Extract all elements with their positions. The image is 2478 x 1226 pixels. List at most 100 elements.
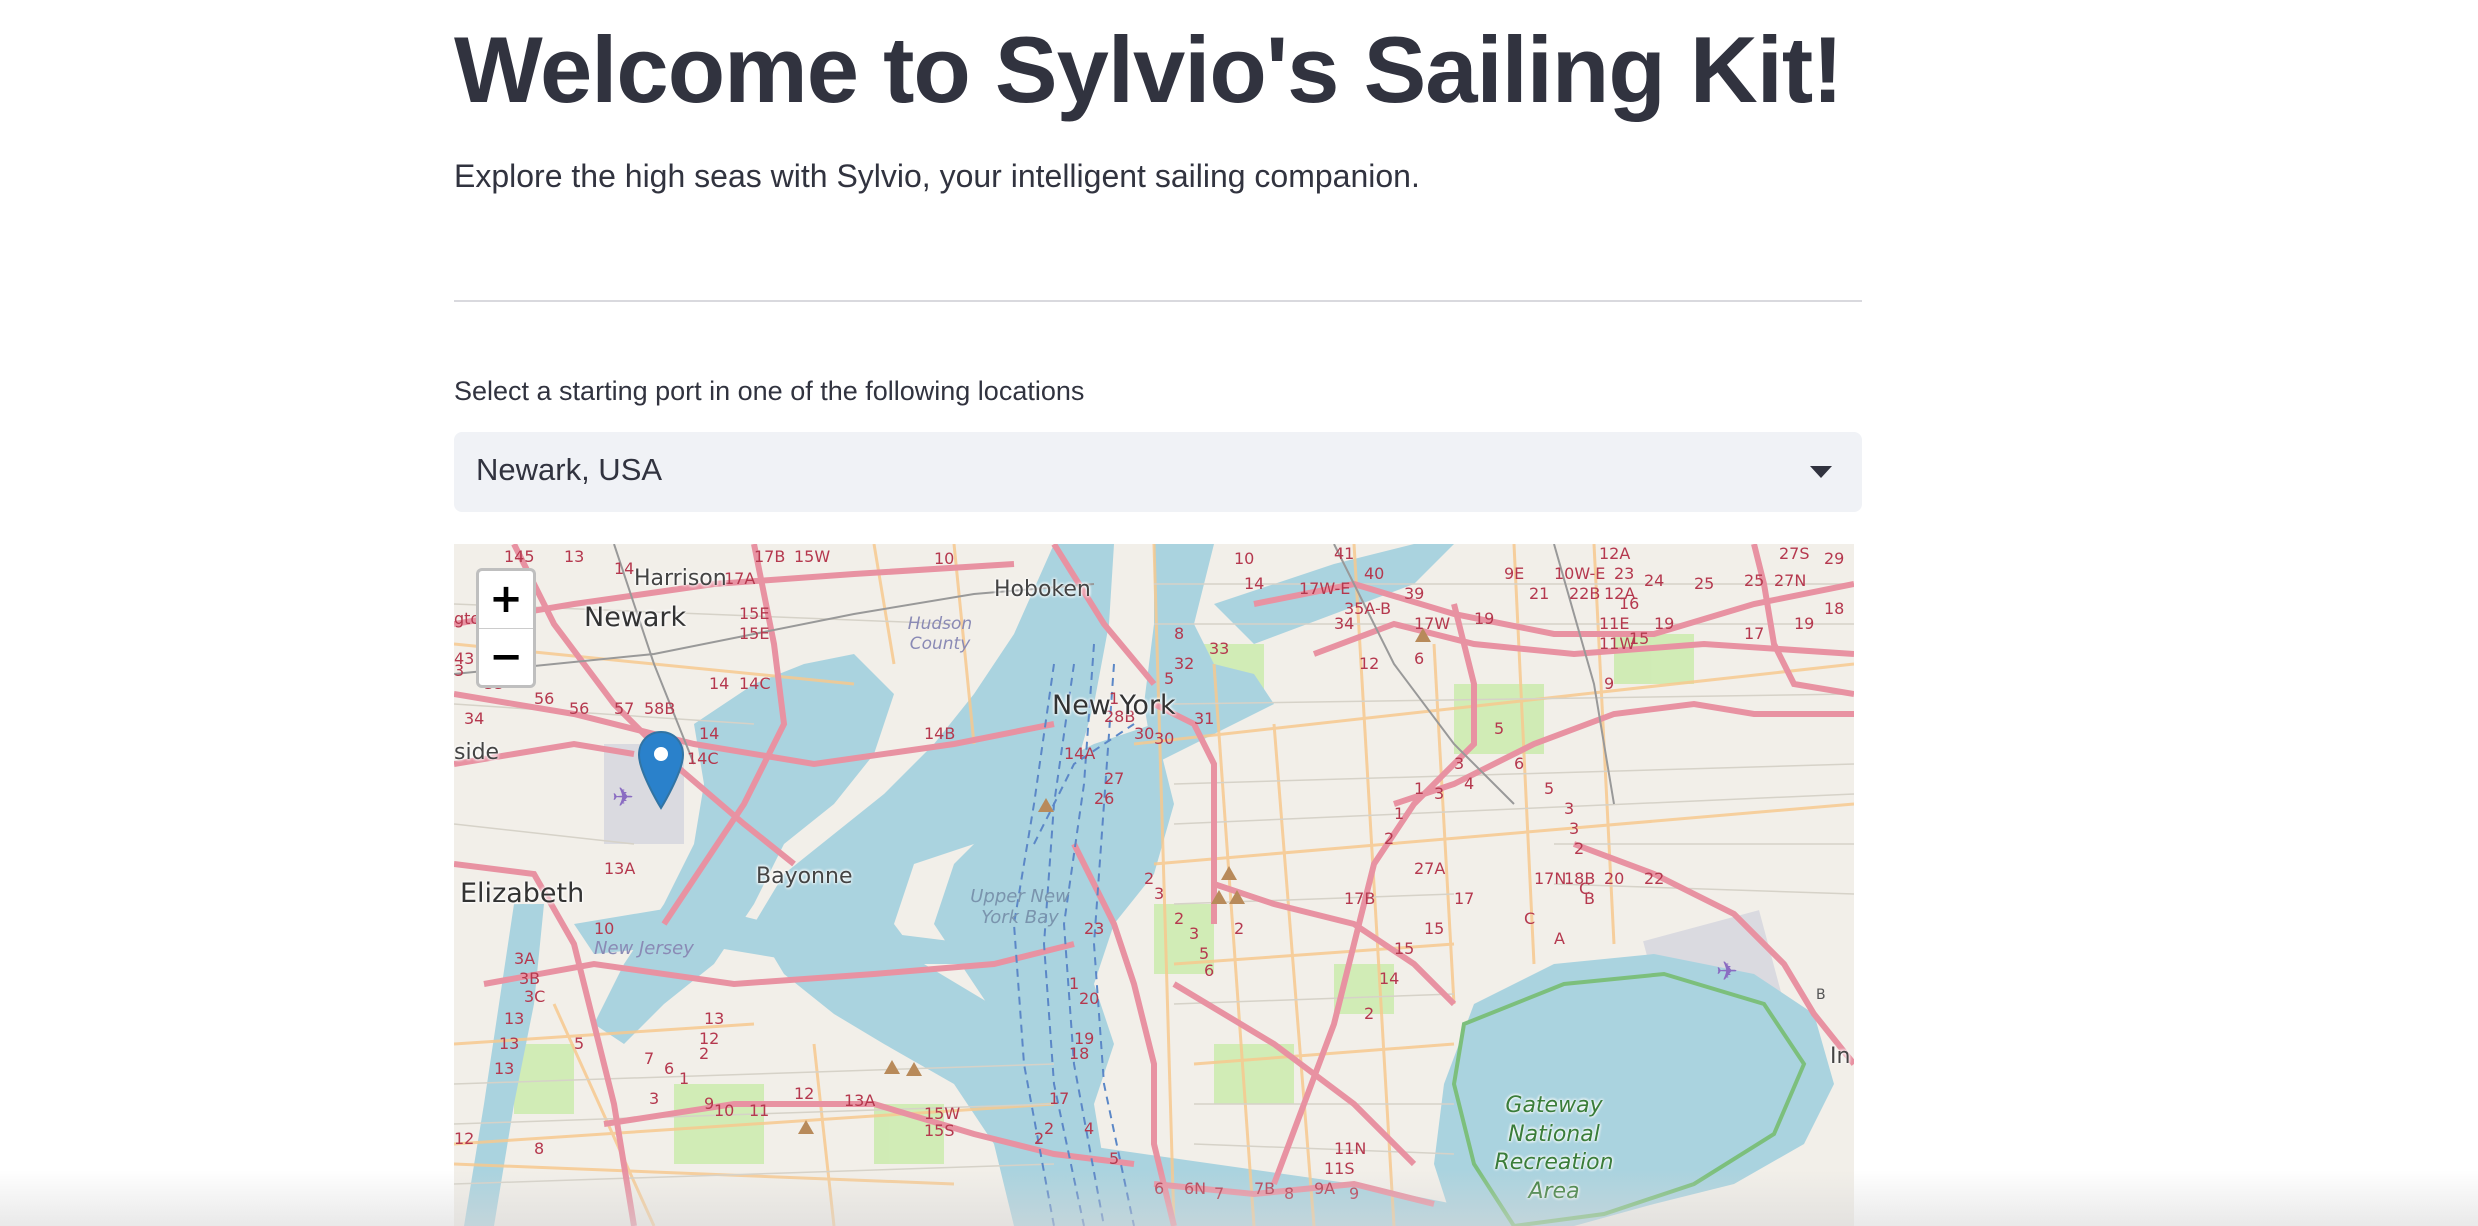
svg-text:A: A <box>1554 929 1565 948</box>
svg-text:2: 2 <box>1234 919 1244 938</box>
svg-text:41: 41 <box>1334 544 1354 563</box>
svg-text:✈: ✈ <box>612 783 634 813</box>
svg-text:2: 2 <box>1044 1119 1054 1138</box>
svg-text:32: 32 <box>1174 654 1194 673</box>
svg-text:15E: 15E <box>739 604 769 623</box>
place-label-harrison: Harrison <box>634 566 727 591</box>
svg-text:3B: 3B <box>519 969 540 988</box>
svg-text:8: 8 <box>1284 1184 1294 1203</box>
svg-text:19: 19 <box>1794 614 1814 633</box>
svg-text:12: 12 <box>794 1084 814 1103</box>
svg-text:3: 3 <box>1569 819 1579 838</box>
svg-text:14C: 14C <box>739 674 771 693</box>
svg-text:2: 2 <box>1364 1004 1374 1023</box>
svg-text:27: 27 <box>1104 769 1124 788</box>
port-select-dropdown[interactable]: Newark, USA <box>454 432 1862 512</box>
svg-text:25: 25 <box>1744 571 1764 590</box>
svg-text:5: 5 <box>1164 669 1174 688</box>
svg-text:17B: 17B <box>754 547 785 566</box>
svg-text:3: 3 <box>1154 884 1164 903</box>
svg-text:12: 12 <box>1359 654 1379 673</box>
svg-text:8: 8 <box>534 1139 544 1158</box>
svg-text:15: 15 <box>1629 629 1649 648</box>
svg-text:16: 16 <box>1619 594 1639 613</box>
app-page: Welcome to Sylvio's Sailing Kit! Explore… <box>0 0 2478 1226</box>
svg-text:6: 6 <box>1204 961 1214 980</box>
svg-text:22: 22 <box>1644 869 1664 888</box>
svg-text:14C: 14C <box>687 749 719 768</box>
svg-text:2: 2 <box>1574 839 1584 858</box>
map-view[interactable]: ✈ ✈ 145 13 17B 15W 14 17A 15E 15E 14 14C… <box>454 544 1854 1226</box>
svg-text:B: B <box>1816 987 1826 1003</box>
svg-text:33: 33 <box>1209 639 1229 658</box>
svg-text:10: 10 <box>594 919 614 938</box>
svg-text:11S: 11S <box>1324 1159 1355 1178</box>
svg-text:2: 2 <box>1174 909 1184 928</box>
svg-text:12: 12 <box>699 1029 719 1048</box>
svg-text:6N: 6N <box>1184 1179 1206 1198</box>
place-label-bayonne: Bayonne <box>756 864 853 889</box>
svg-text:2: 2 <box>1144 869 1154 888</box>
svg-text:4: 4 <box>1084 1119 1094 1138</box>
svg-text:19: 19 <box>1074 1029 1094 1048</box>
svg-text:✈: ✈ <box>1716 957 1738 987</box>
svg-text:13: 13 <box>564 547 584 566</box>
svg-text:5: 5 <box>574 1034 584 1053</box>
gateway-label-line-4: Area <box>1528 1178 1580 1204</box>
place-label-hoboken: Hoboken <box>994 577 1091 602</box>
svg-text:9: 9 <box>704 1094 714 1113</box>
svg-text:12: 12 <box>454 1129 474 1148</box>
map-marker-icon[interactable] <box>636 730 686 812</box>
svg-text:27A: 27A <box>1414 859 1445 878</box>
svg-text:11N: 11N <box>1334 1139 1366 1158</box>
svg-text:5: 5 <box>1109 1149 1119 1168</box>
svg-text:13A: 13A <box>844 1091 875 1110</box>
map-tiles: ✈ ✈ 145 13 17B 15W 1417A15E15E 14 14C56 … <box>454 544 1854 1226</box>
svg-text:14B: 14B <box>924 724 955 743</box>
svg-text:18: 18 <box>1824 599 1844 618</box>
svg-text:13: 13 <box>499 1034 519 1053</box>
svg-text:15: 15 <box>1424 919 1444 938</box>
place-label-side: side <box>454 740 500 765</box>
gateway-label-line-3: Recreation <box>1494 1150 1614 1176</box>
svg-text:15S: 15S <box>924 1121 955 1140</box>
svg-text:4: 4 <box>1464 774 1474 793</box>
svg-text:56: 56 <box>569 699 589 718</box>
svg-text:6: 6 <box>1414 649 1424 668</box>
svg-text:22B: 22B <box>1569 584 1600 603</box>
svg-text:13A: 13A <box>604 859 635 878</box>
svg-text:19: 19 <box>1474 609 1494 628</box>
svg-text:3: 3 <box>1564 799 1574 818</box>
place-label-new-york: New York <box>1052 690 1176 721</box>
svg-text:3: 3 <box>649 1089 659 1108</box>
svg-text:10: 10 <box>934 549 954 568</box>
svg-text:1: 1 <box>679 1069 689 1088</box>
horizontal-divider <box>454 300 1862 302</box>
svg-text:3A: 3A <box>514 949 535 968</box>
svg-text:6: 6 <box>1154 1179 1164 1198</box>
svg-text:1: 1 <box>1069 974 1079 993</box>
svg-text:58B: 58B <box>644 699 675 718</box>
svg-text:23: 23 <box>1084 919 1104 938</box>
zoom-out-button[interactable]: − <box>479 629 533 685</box>
svg-text:14: 14 <box>614 559 634 578</box>
port-select-value: Newark, USA <box>476 452 663 487</box>
svg-text:8: 8 <box>1174 624 1184 643</box>
svg-text:27N: 27N <box>1774 571 1806 590</box>
svg-text:40: 40 <box>1364 564 1384 583</box>
place-label-gateway: Gateway National Recreation Area <box>1494 1092 1614 1206</box>
svg-text:20: 20 <box>1604 869 1624 888</box>
svg-text:2: 2 <box>1384 829 1394 848</box>
svg-text:34: 34 <box>1334 614 1354 633</box>
svg-text:3: 3 <box>454 661 464 680</box>
svg-text:14: 14 <box>699 724 719 743</box>
svg-text:9: 9 <box>1604 674 1614 693</box>
svg-text:27S: 27S <box>1779 544 1810 563</box>
svg-text:14A: 14A <box>1064 744 1095 763</box>
svg-text:14: 14 <box>1244 574 1264 593</box>
svg-text:25: 25 <box>1694 574 1714 593</box>
caret-down-icon[interactable] <box>1810 466 1832 478</box>
svg-text:5: 5 <box>1544 779 1554 798</box>
zoom-in-button[interactable]: + <box>479 571 533 629</box>
svg-text:145: 145 <box>504 547 535 566</box>
